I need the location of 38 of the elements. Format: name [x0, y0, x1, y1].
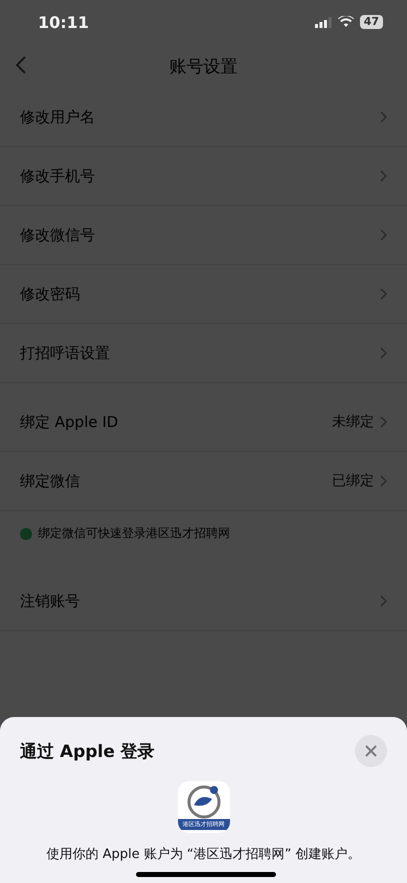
chevron-icon — [380, 475, 387, 487]
chevron-icon — [380, 170, 387, 182]
chevron-icon — [380, 416, 387, 428]
row-label: 修改密码 — [20, 284, 80, 304]
row-label: 修改手机号 — [20, 166, 95, 186]
row-label: 修改微信号 — [20, 226, 95, 244]
settings-row[interactable]: 绑定微信 已绑定 — [0, 452, 407, 511]
row-label: 绑定微信 — [20, 472, 80, 490]
chevron-icon — [380, 347, 387, 359]
row-label: 注销账号 — [20, 592, 80, 610]
sheet-message: 使用你的 Apple 账户为 “港区迅才招聘网” 创建账户。 — [45, 846, 362, 863]
close-icon — [365, 745, 377, 757]
chevron-icon — [380, 595, 387, 607]
settings-row[interactable]: 修改密码 — [0, 265, 407, 324]
row-value: 已绑定 — [332, 472, 374, 490]
settings-row[interactable]: 绑定 Apple ID 未绑定 — [0, 393, 407, 452]
back-icon[interactable] — [16, 56, 26, 74]
battery-level: 47 — [360, 15, 383, 29]
sheet-title: 通过 Apple 登录 — [20, 740, 155, 762]
chevron-icon — [380, 288, 387, 300]
close-button[interactable] — [355, 735, 387, 767]
settings-row[interactable]: 打招呼语设置 — [0, 324, 407, 383]
wifi-icon — [338, 16, 354, 28]
row-label: 绑定 Apple ID — [20, 412, 118, 432]
settings-row[interactable]: 修改微信号 — [0, 206, 407, 265]
chevron-icon — [380, 229, 387, 241]
settings-row[interactable]: 修改用户名 — [0, 88, 407, 147]
settings-row[interactable]: 注销账号 — [0, 572, 407, 631]
row-value: 未绑定 — [332, 413, 374, 431]
row-label: 修改用户名 — [20, 108, 95, 126]
row-label: 打招呼语设置 — [20, 344, 110, 362]
hint-text: 绑定微信可快速登录港区迅才招聘网 — [38, 525, 230, 542]
signal-icon — [314, 16, 332, 28]
status-time: 10:11 — [38, 12, 89, 32]
info-icon — [20, 528, 32, 540]
settings-row[interactable]: 修改手机号 — [0, 147, 407, 206]
page-title: 账号设置 — [170, 56, 238, 78]
chevron-icon — [380, 111, 387, 123]
